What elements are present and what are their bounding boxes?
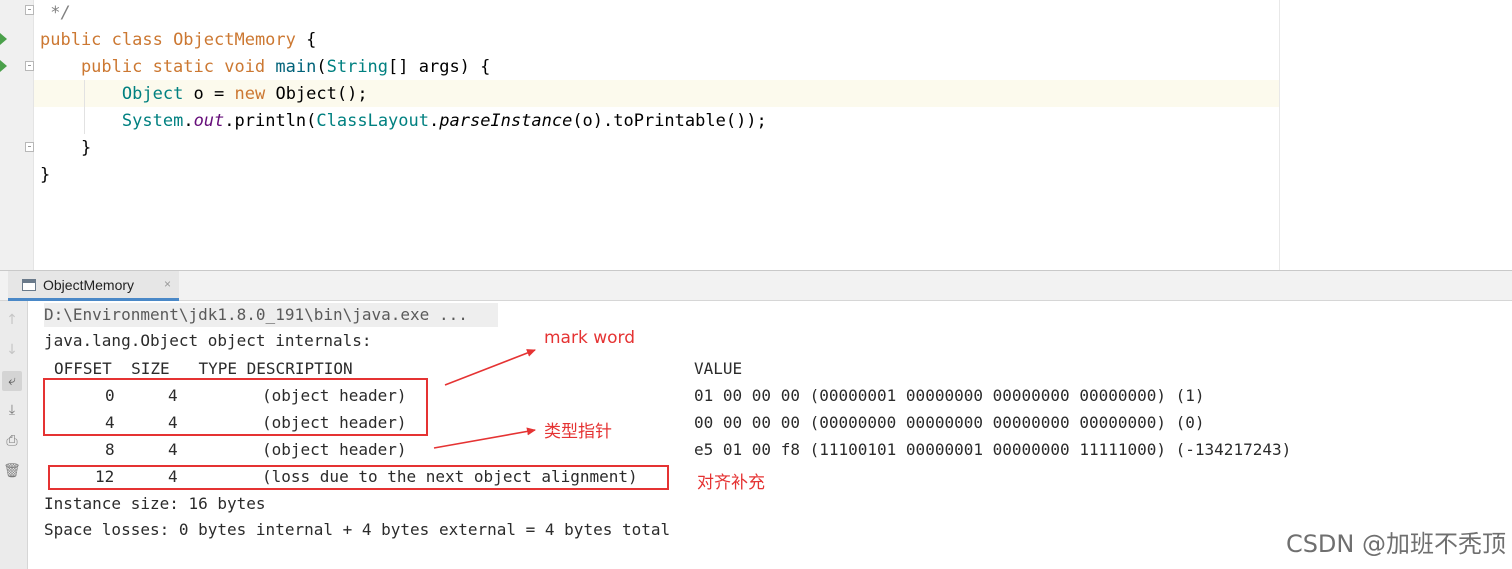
row-size: 4 — [168, 440, 178, 459]
command-line[interactable]: D:\Environment\jdk1.8.0_191\bin\java.exe… — [44, 303, 468, 327]
code-token: ClassLayout — [316, 111, 429, 131]
run-class-icon[interactable] — [0, 33, 7, 45]
mark-word-highlight-box — [43, 378, 428, 436]
code-token: public static void — [40, 57, 276, 77]
tab-objectmemory[interactable]: ObjectMemory × — [8, 271, 179, 301]
internals-header: java.lang.Object object internals: — [44, 331, 372, 350]
code-line[interactable]: } — [40, 162, 50, 189]
padding-highlight-box — [48, 465, 669, 490]
instance-size-line: Instance size: 16 bytes — [44, 494, 266, 513]
fold-marker-icon[interactable] — [25, 142, 34, 152]
code-token: System — [121, 111, 184, 131]
run-toolbar: ↑ ↓ ⤶ ⤓ ⎙ 🗑 — [0, 301, 28, 569]
space-losses-line: Space losses: 0 bytes internal + 4 bytes… — [44, 520, 671, 539]
row-offset: 8 — [105, 440, 115, 459]
code-token: . — [183, 111, 194, 131]
row-value: e5 01 00 f8 (11100101 00000001 00000000 … — [694, 440, 1292, 459]
up-arrow-icon[interactable]: ↑ — [2, 310, 22, 330]
code-token: .println( — [224, 111, 317, 131]
code-line[interactable]: public class ObjectMemory { — [40, 27, 316, 54]
tab-label: ObjectMemory — [43, 277, 135, 293]
code-token: main — [275, 57, 317, 77]
row-value: 00 00 00 00 (00000000 00000000 00000000 … — [694, 413, 1205, 432]
fold-marker-icon[interactable] — [25, 5, 34, 15]
code-line[interactable]: */ — [40, 0, 71, 27]
console-icon — [22, 279, 36, 291]
code-token: } — [40, 138, 92, 158]
row-value: 01 00 00 00 (00000001 00000000 00000000 … — [694, 386, 1205, 405]
row-description: (object header) — [262, 440, 407, 459]
code-token: (o).toPrintable()); — [572, 111, 767, 131]
code-token: parseInstance — [439, 111, 573, 131]
type-pointer-label: 类型指针 — [544, 422, 612, 442]
code-token: public class — [40, 30, 174, 50]
padding-label: 对齐补充 — [697, 473, 765, 493]
code-token: String — [326, 57, 389, 77]
code-editor[interactable]: */ public class ObjectMemory { public sta… — [0, 0, 1512, 270]
close-icon[interactable]: × — [164, 277, 171, 291]
code-token: o = — [183, 84, 235, 104]
code-token: { — [295, 30, 317, 50]
code-token: out — [193, 111, 225, 131]
run-tab-bar: ObjectMemory × — [0, 271, 1512, 301]
code-line[interactable]: System.out.println(ClassLayout.parseInst… — [40, 108, 767, 135]
code-token: . — [429, 111, 440, 131]
soft-wrap-icon[interactable]: ⤶ — [2, 371, 22, 391]
right-margin-guide — [1279, 0, 1280, 270]
code-line[interactable]: public static void main(String[] args) { — [40, 54, 490, 81]
code-token: ( — [316, 57, 327, 77]
print-icon[interactable]: ⎙ — [2, 431, 22, 451]
code-token: Object(); — [275, 84, 368, 104]
code-token: } — [40, 165, 51, 185]
code-token: [] args) { — [388, 57, 491, 77]
mark-word-label: mark word — [544, 328, 636, 348]
trash-icon[interactable]: 🗑 — [2, 461, 22, 481]
fold-marker-icon[interactable] — [25, 61, 34, 71]
code-token: Object — [121, 84, 184, 104]
scroll-to-end-icon[interactable]: ⤓ — [2, 400, 22, 420]
run-main-icon[interactable] — [0, 60, 7, 72]
code-line[interactable]: } — [40, 135, 91, 162]
code-token: ObjectMemory — [173, 30, 296, 50]
watermark: CSDN @加班不秃顶 — [1285, 530, 1506, 558]
down-arrow-icon[interactable]: ↓ — [2, 340, 22, 360]
code-line[interactable]: Object o = new Object(); — [40, 81, 368, 108]
code-token: */ — [40, 3, 71, 23]
value-column-header: VALUE — [694, 359, 743, 378]
code-token: new — [234, 84, 276, 104]
